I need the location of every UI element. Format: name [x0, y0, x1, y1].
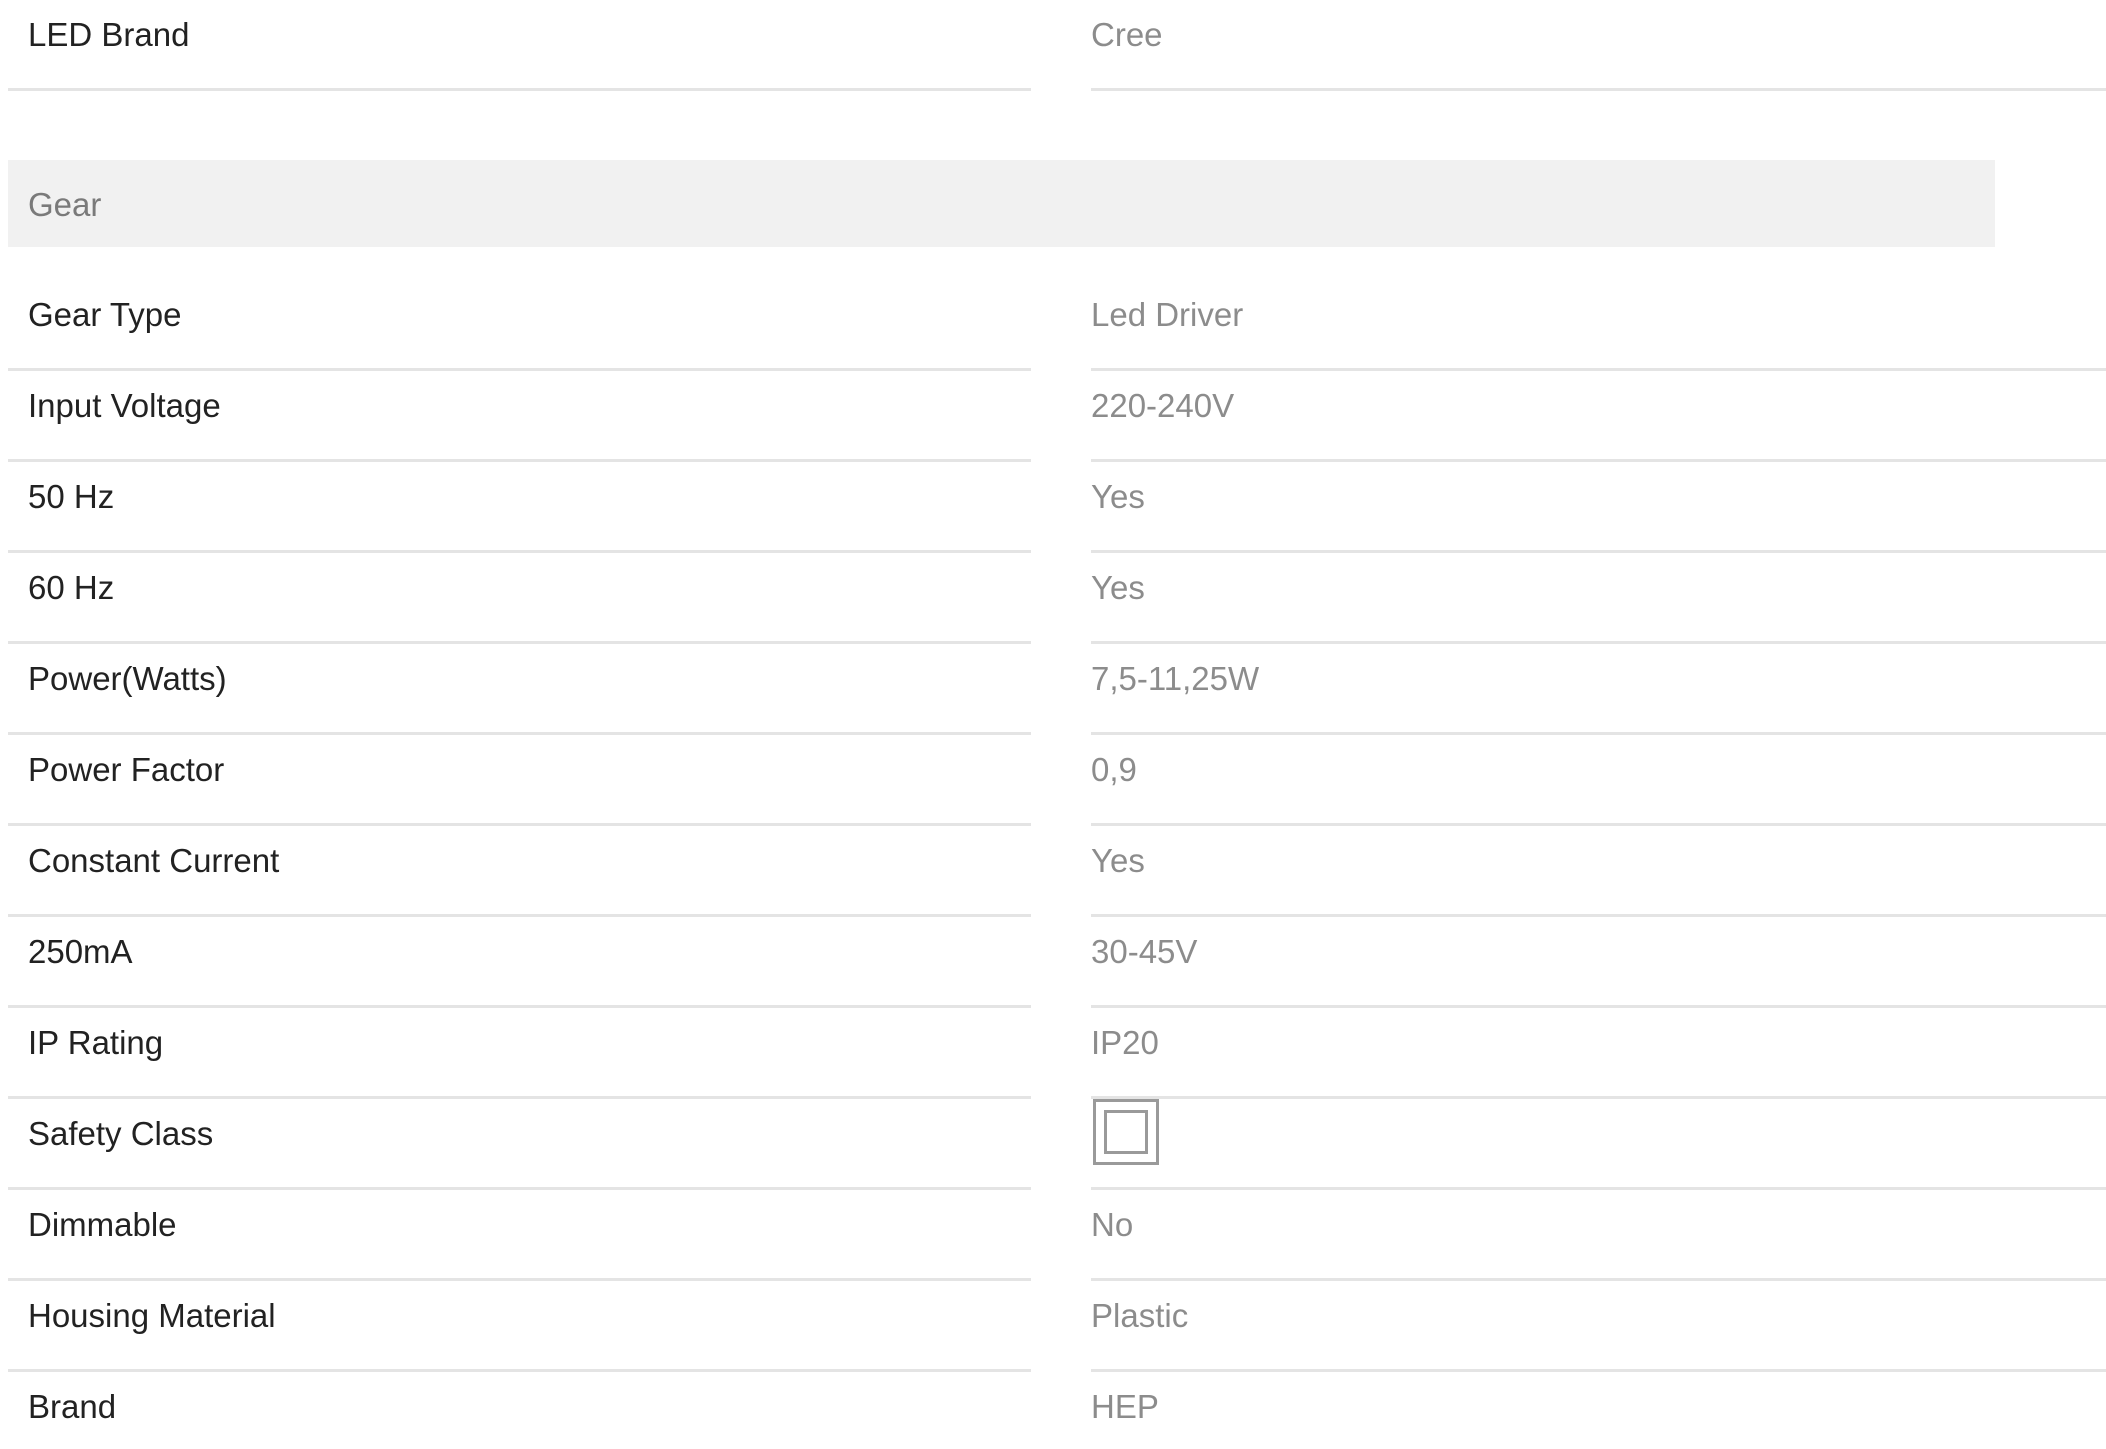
- spec-value: IP20: [1091, 1024, 1159, 1061]
- spec-row-power-watts: Power(Watts) 7,5-11,25W: [0, 644, 2106, 735]
- spec-value: 7,5-11,25W: [1091, 660, 1260, 697]
- spec-label: Gear Type: [28, 296, 182, 333]
- spec-value: Yes: [1091, 478, 1145, 515]
- spec-row-input-voltage: Input Voltage 220-240V: [0, 371, 2106, 462]
- spec-value: 220-240V: [1091, 387, 1235, 424]
- spec-row-250ma: 250mA 30-45V: [0, 917, 2106, 1008]
- row-divider: [1091, 88, 2106, 91]
- spec-row-safety-class: Safety Class: [0, 1099, 2106, 1190]
- spec-table: LED Brand Cree Gear Gear Type Led Driver…: [0, 0, 2106, 1449]
- spec-label: Safety Class: [28, 1115, 214, 1152]
- spec-label: IP Rating: [28, 1024, 164, 1061]
- spec-row-dimmable: Dimmable No: [0, 1190, 2106, 1281]
- spec-row-led-brand: LED Brand Cree: [0, 0, 2106, 91]
- spec-label: Dimmable: [28, 1206, 177, 1243]
- spec-value: No: [1091, 1206, 1134, 1243]
- spec-value: Cree: [1091, 16, 1163, 53]
- spec-value: Plastic: [1091, 1297, 1189, 1334]
- spec-row-50hz: 50 Hz Yes: [0, 462, 2106, 553]
- spec-label: LED Brand: [28, 16, 190, 53]
- spec-label: Constant Current: [28, 842, 280, 879]
- class-ii-double-square-icon: [1093, 1099, 1159, 1165]
- spec-label: Power(Watts): [28, 660, 227, 697]
- spec-value: Yes: [1091, 569, 1145, 606]
- spec-row-power-factor: Power Factor 0,9: [0, 735, 2106, 826]
- spec-row-housing-material: Housing Material Plastic: [0, 1281, 2106, 1372]
- spec-label: Input Voltage: [28, 387, 221, 424]
- spec-row-gear-type: Gear Type Led Driver: [0, 280, 2106, 371]
- spec-value: HEP: [1091, 1388, 1159, 1425]
- spec-value: 0,9: [1091, 751, 1137, 788]
- spec-label: 60 Hz: [28, 569, 115, 606]
- spec-label: Housing Material: [28, 1297, 276, 1334]
- section-header-gear: Gear: [8, 160, 1995, 247]
- spec-row-60hz: 60 Hz Yes: [0, 553, 2106, 644]
- spec-value: Yes: [1091, 842, 1145, 879]
- spec-label: Brand: [28, 1388, 117, 1425]
- section-title: Gear: [28, 186, 102, 223]
- spec-value: Led Driver: [1091, 296, 1244, 333]
- spec-label: 250mA: [28, 933, 133, 970]
- spec-row-constant-current: Constant Current Yes: [0, 826, 2106, 917]
- row-divider: [8, 88, 1031, 91]
- class-ii-inner-square: [1104, 1110, 1148, 1154]
- spec-label: Power Factor: [28, 751, 225, 788]
- spec-label: 50 Hz: [28, 478, 115, 515]
- spec-row-brand: Brand HEP: [0, 1372, 2106, 1449]
- spec-row-ip-rating: IP Rating IP20: [0, 1008, 2106, 1099]
- spec-value: 30-45V: [1091, 933, 1198, 970]
